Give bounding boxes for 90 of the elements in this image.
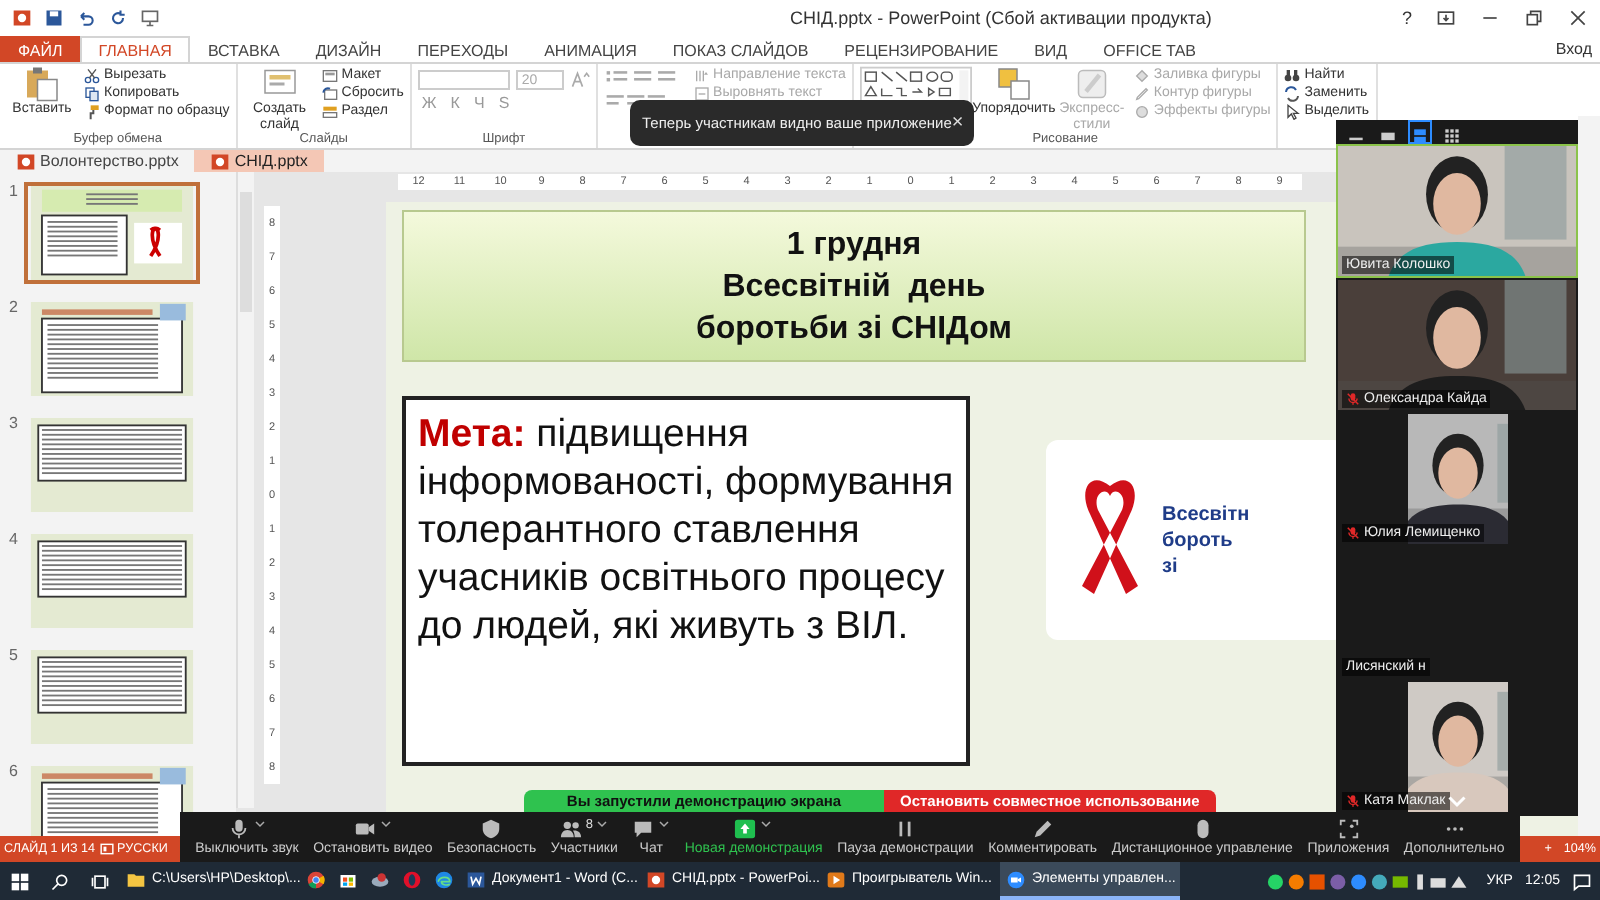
sign-in-link[interactable]: Вход xyxy=(1555,36,1600,62)
task-view-icon[interactable] xyxy=(90,871,110,891)
powerpoint-icon xyxy=(646,869,666,889)
chevron-down-icon[interactable] xyxy=(1448,796,1466,808)
scrollbar[interactable] xyxy=(236,172,254,808)
caret-icon[interactable] xyxy=(596,818,609,830)
quick-styles-icon xyxy=(1073,66,1110,102)
effects-icon xyxy=(1133,103,1150,119)
image-caption: зі xyxy=(1162,553,1180,579)
windows-icon[interactable] xyxy=(10,871,30,891)
pen-icon xyxy=(1133,85,1150,101)
close-icon[interactable] xyxy=(1568,8,1588,28)
close-button[interactable]: × xyxy=(951,112,964,134)
paint-bucket-icon xyxy=(1133,67,1150,83)
cursor-icon xyxy=(1284,103,1301,119)
scissors-icon xyxy=(84,67,100,83)
replace-icon xyxy=(1284,85,1301,101)
speech-bubble-icon xyxy=(632,818,655,840)
window-title: СНІД.pptx - PowerPoint (Сбой активации продукта) xyxy=(788,8,1214,28)
word-icon xyxy=(466,869,486,889)
slide-title-line: боротьби зі СНІДом xyxy=(695,309,1013,349)
slide-number: 2 xyxy=(7,298,18,316)
opera-icon xyxy=(402,869,422,889)
slide-number: 3 xyxy=(7,414,18,432)
player-icon xyxy=(826,869,846,889)
reset-icon xyxy=(321,85,338,101)
caret-icon[interactable] xyxy=(760,818,773,830)
slide-number: 4 xyxy=(7,530,18,548)
paintbrush-icon xyxy=(84,103,100,119)
document-tab[interactable]: СНІД.pptx xyxy=(194,150,324,172)
shield-icon xyxy=(480,818,503,840)
slide-number: 1 xyxy=(7,182,18,200)
slide-text: Мета: підвищення інформованості, формування толерантного ставлення учасників освітнього процесу до людей, які живуть з ВІЛ. xyxy=(402,396,970,766)
redo-icon[interactable] xyxy=(108,8,128,28)
slide-title-line: Всесвітній день xyxy=(722,267,986,307)
caret-icon[interactable] xyxy=(379,818,392,830)
ribbon-tab[interactable]: ПОКАЗ СЛАЙДОВ xyxy=(654,36,827,62)
slide-title-line: 1 грудня xyxy=(786,225,922,265)
browser-icon xyxy=(306,869,326,889)
caret-icon[interactable] xyxy=(658,818,671,830)
cloud-icon xyxy=(370,869,390,889)
folder-icon xyxy=(126,869,146,889)
ribbon-tab[interactable]: АНИМАЦИЯ xyxy=(526,36,655,62)
notifications-icon[interactable] xyxy=(1572,871,1592,891)
slide-thumbnail[interactable] xyxy=(24,182,200,284)
camera-icon xyxy=(353,818,376,840)
ribbon-tab[interactable]: ФАЙЛ xyxy=(0,36,81,62)
people-icon xyxy=(559,818,582,840)
font-name-field[interactable] xyxy=(417,70,510,90)
notes-icon[interactable] xyxy=(99,842,114,856)
document-tab[interactable]: Волонтерство.pptx xyxy=(0,150,195,172)
view-button[interactable] xyxy=(1410,122,1430,142)
ribbon-display-icon[interactable] xyxy=(1436,8,1456,28)
presentation-icon[interactable] xyxy=(140,8,160,28)
ribbon-tab[interactable]: ВИД xyxy=(1016,36,1086,62)
slide-number: 6 xyxy=(7,762,18,780)
undo-icon[interactable] xyxy=(76,8,96,28)
slide-number: 5 xyxy=(7,646,18,664)
ribbon-tab[interactable]: OFFICE TAB xyxy=(1085,36,1214,62)
apps-icon xyxy=(1337,818,1360,840)
align-icon xyxy=(693,85,710,101)
image-caption: бороть xyxy=(1162,527,1235,553)
camera-icon xyxy=(1006,869,1026,889)
microphone-icon xyxy=(227,818,250,840)
section-icon xyxy=(321,103,338,119)
ribbon-tab[interactable]: ВСТАВКА xyxy=(189,36,298,62)
ribbon-tab[interactable]: ПЕРЕХОДЫ xyxy=(399,36,527,62)
help-button[interactable]: ? xyxy=(1401,8,1412,28)
search-icon[interactable] xyxy=(50,871,70,891)
save-icon[interactable] xyxy=(44,8,64,28)
clipboard-icon xyxy=(24,66,60,102)
scrollbar[interactable] xyxy=(1578,116,1600,836)
arrange-icon xyxy=(995,66,1032,102)
ribbon-tab[interactable]: ДИЗАЙН xyxy=(297,36,400,62)
image-caption: Всесвітн xyxy=(1162,501,1250,527)
layout-icon xyxy=(321,67,338,83)
caret-icon[interactable] xyxy=(253,818,266,830)
pause-icon xyxy=(894,818,917,840)
ribbon-tab[interactable]: ГЛАВНАЯ xyxy=(80,36,190,62)
powerpoint-icon xyxy=(12,8,32,28)
gallery-view-icon xyxy=(1442,126,1462,146)
ribbon-tab[interactable]: РЕЦЕНЗИРОВАНИЕ xyxy=(826,36,1017,62)
edge-icon xyxy=(434,869,454,889)
text-direction-icon xyxy=(693,67,710,83)
store-icon xyxy=(338,869,358,889)
binoculars-icon xyxy=(1284,67,1301,83)
restore-icon[interactable] xyxy=(1524,8,1544,28)
pencil-icon xyxy=(1031,818,1054,840)
speaker-view-icon xyxy=(1410,126,1430,146)
copy-icon xyxy=(84,85,100,101)
